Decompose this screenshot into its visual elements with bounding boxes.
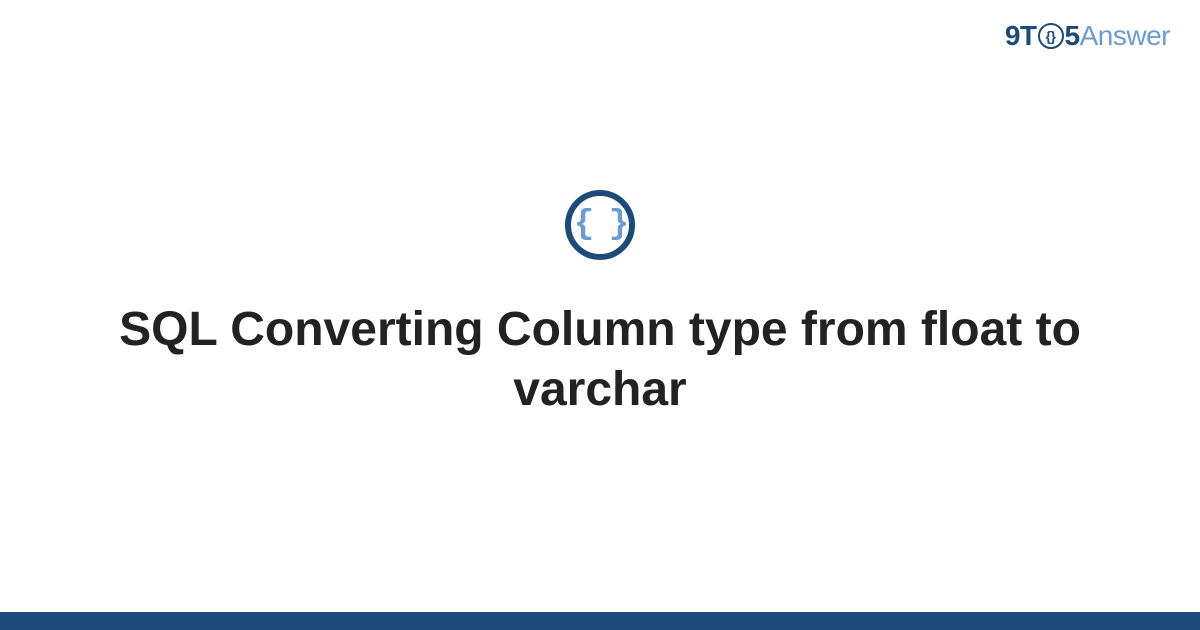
footer-accent-bar	[0, 612, 1200, 630]
braces-glyph: { }	[574, 208, 626, 242]
code-braces-icon: { }	[565, 190, 635, 260]
main-content: { } SQL Converting Column type from floa…	[0, 0, 1200, 630]
page-title: SQL Converting Column type from float to…	[60, 300, 1140, 420]
